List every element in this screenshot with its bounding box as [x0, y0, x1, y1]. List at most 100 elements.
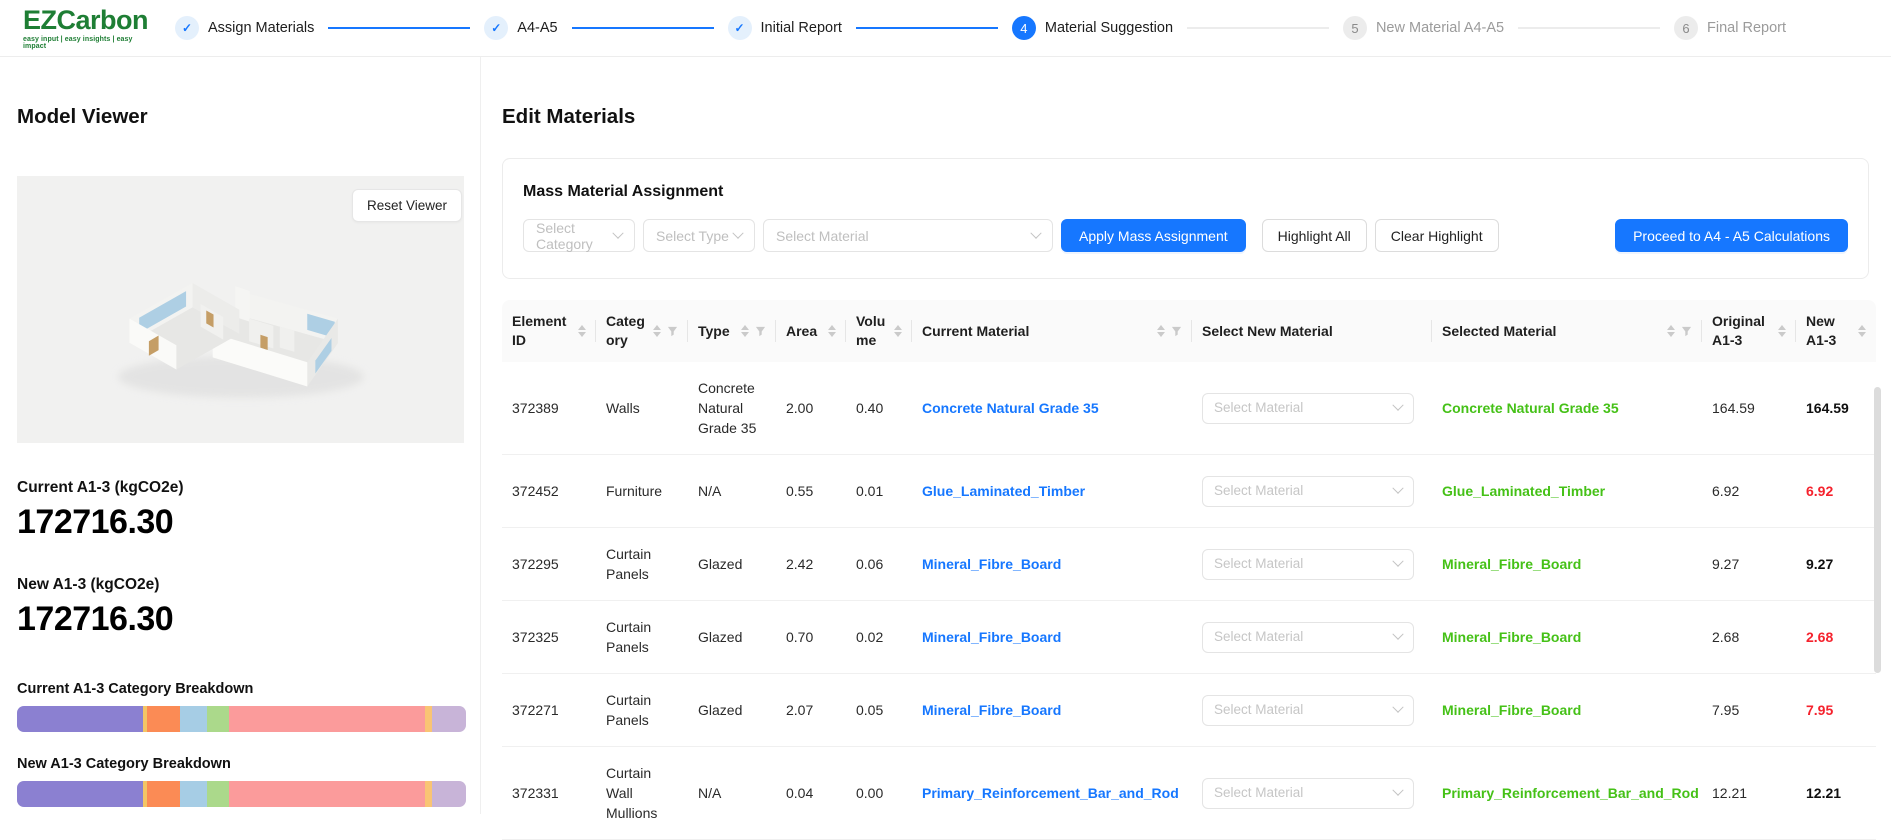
cell-selected-material: Mineral_Fibre_Board — [1432, 674, 1702, 746]
chevron-down-icon — [1392, 629, 1403, 640]
current-material-link[interactable]: Mineral_Fibre_Board — [922, 627, 1061, 647]
column-header-area[interactable]: Area — [776, 300, 846, 362]
breakdown-segment — [147, 781, 181, 807]
new-a13-value: 164.59 — [1806, 398, 1849, 418]
cell-select-new-material: Select Material — [1192, 674, 1432, 746]
right-panel: Edit Materials Mass Material Assignment … — [481, 57, 1891, 814]
column-label: Volume — [856, 312, 889, 350]
clear-highlight-button[interactable]: Clear Highlight — [1375, 219, 1499, 252]
top-bar: EZCarbon easy input | easy insights | ea… — [0, 0, 1891, 57]
cell-original-a13: 6.92 — [1702, 455, 1796, 527]
column-header-cur[interactable]: Current Material — [912, 300, 1192, 362]
column-label: Element ID — [512, 312, 573, 350]
column-header-eid[interactable]: Element ID — [502, 300, 596, 362]
sort-icon[interactable] — [1667, 325, 1675, 337]
breakdown-segment — [229, 781, 425, 807]
apply-mass-assignment-button[interactable]: Apply Mass Assignment — [1061, 219, 1246, 252]
step-connector — [328, 27, 470, 29]
current-material-link[interactable]: Mineral_Fibre_Board — [922, 554, 1061, 574]
table-row: 372295Curtain PanelsGlazed2.420.06Minera… — [502, 528, 1876, 601]
reset-viewer-button[interactable]: Reset Viewer — [352, 189, 462, 222]
row-material-select[interactable]: Select Material — [1202, 476, 1414, 507]
step-a4-a5[interactable]: ✓A4-A5 — [484, 16, 557, 40]
proceed-to-a4-a5-button[interactable]: Proceed to A4 - A5 Calculations — [1615, 219, 1848, 252]
breakdown-segment — [207, 781, 229, 807]
column-header-type[interactable]: Type — [688, 300, 776, 362]
column-header-cat[interactable]: Category — [596, 300, 688, 362]
selected-material-text: Mineral_Fibre_Board — [1442, 700, 1581, 720]
filter-icon[interactable] — [1681, 326, 1692, 337]
sort-icon[interactable] — [1778, 325, 1786, 337]
model-viewer-title: Model Viewer — [17, 103, 463, 131]
column-label: Area — [786, 322, 817, 341]
step-label: Initial Report — [761, 20, 842, 36]
cell-selected-material: Mineral_Fibre_Board — [1432, 601, 1702, 673]
cell-original-a13: 7.95 — [1702, 674, 1796, 746]
cell-type: N/A — [688, 455, 776, 527]
stepper: ✓Assign Materials✓A4-A5✓Initial Report4M… — [175, 16, 1891, 40]
mass-assignment-controls: Select Category Select Type Select Mater… — [523, 219, 1848, 252]
step-check-icon: ✓ — [175, 16, 199, 40]
current-material-link[interactable]: Primary_Reinforcement_Bar_and_Rod — [922, 783, 1179, 803]
cell-current-material: Concrete Natural Grade 35 — [912, 362, 1192, 454]
model-viewer-box[interactable]: Reset Viewer — [17, 176, 464, 443]
row-material-select[interactable]: Select Material — [1202, 393, 1414, 424]
brand-name: EZCarbon — [23, 7, 141, 34]
sort-icon[interactable] — [1157, 325, 1165, 337]
column-label: Current Material — [922, 322, 1029, 341]
breakdown-segment — [17, 706, 143, 732]
filter-icon[interactable] — [1171, 326, 1182, 337]
current-material-link[interactable]: Glue_Laminated_Timber — [922, 481, 1085, 501]
select-material-dropdown[interactable]: Select Material — [763, 219, 1053, 252]
current-breakdown-label: Current A1-3 Category Breakdown — [17, 679, 463, 700]
cell-current-material: Mineral_Fibre_Board — [912, 674, 1192, 746]
cell-current-material: Mineral_Fibre_Board — [912, 528, 1192, 600]
step-assign-materials[interactable]: ✓Assign Materials — [175, 16, 314, 40]
current-a13-value: 172716.30 — [17, 502, 463, 542]
chevron-down-icon — [1392, 785, 1403, 796]
sort-icon[interactable] — [828, 325, 836, 337]
row-material-select[interactable]: Select Material — [1202, 695, 1414, 726]
select-type-dropdown[interactable]: Select Type — [643, 219, 755, 252]
sort-icon[interactable] — [741, 325, 749, 337]
row-material-select[interactable]: Select Material — [1202, 778, 1414, 809]
column-label: Select New Material — [1202, 322, 1333, 341]
breakdown-segment — [180, 706, 207, 732]
current-material-link[interactable]: Concrete Natural Grade 35 — [922, 398, 1099, 418]
cell-category: Walls — [596, 362, 688, 454]
sort-icon[interactable] — [1858, 325, 1866, 337]
mass-material-assignment-card: Mass Material Assignment Select Category… — [502, 158, 1869, 279]
current-material-link[interactable]: Mineral_Fibre_Board — [922, 700, 1061, 720]
column-header-vol[interactable]: Volume — [846, 300, 912, 362]
highlight-all-button[interactable]: Highlight All — [1262, 219, 1367, 252]
cell-volume: 0.00 — [846, 747, 912, 839]
breakdown-segment — [207, 706, 229, 732]
current-a13-label: Current A1-3 (kgCO2e) — [17, 477, 463, 499]
step-number: 4 — [1012, 16, 1036, 40]
cell-current-material: Glue_Laminated_Timber — [912, 455, 1192, 527]
cell-selected-material: Primary_Reinforcement_Bar_and_Rod — [1432, 747, 1702, 839]
materials-table: Element ID CategoryType Area Volume Current … — [502, 300, 1876, 840]
step-material-suggestion[interactable]: 4Material Suggestion — [1012, 16, 1173, 40]
filter-icon[interactable] — [755, 326, 766, 337]
table-scrollbar[interactable] — [1874, 387, 1881, 673]
sort-icon[interactable] — [653, 325, 661, 337]
filter-icon[interactable] — [667, 326, 678, 337]
edit-materials-title: Edit Materials — [502, 103, 1891, 131]
cell-selected-material: Concrete Natural Grade 35 — [1432, 362, 1702, 454]
chevron-down-icon — [1030, 227, 1041, 238]
column-header-orig[interactable]: Original A1-3 — [1702, 300, 1796, 362]
row-material-select[interactable]: Select Material — [1202, 622, 1414, 653]
cell-select-new-material: Select Material — [1192, 528, 1432, 600]
step-initial-report[interactable]: ✓Initial Report — [728, 16, 842, 40]
cell-select-new-material: Select Material — [1192, 362, 1432, 454]
new-a13-label: New A1-3 (kgCO2e) — [17, 574, 463, 596]
sort-icon[interactable] — [578, 325, 586, 337]
sort-icon[interactable] — [894, 325, 902, 337]
select-category-dropdown[interactable]: Select Category — [523, 219, 635, 252]
select-type-placeholder: Select Type — [656, 228, 729, 244]
chevron-down-icon — [1392, 483, 1403, 494]
column-header-new[interactable]: New A1-3 — [1796, 300, 1876, 362]
row-material-select[interactable]: Select Material — [1202, 549, 1414, 580]
column-header-seld[interactable]: Selected Material — [1432, 300, 1702, 362]
